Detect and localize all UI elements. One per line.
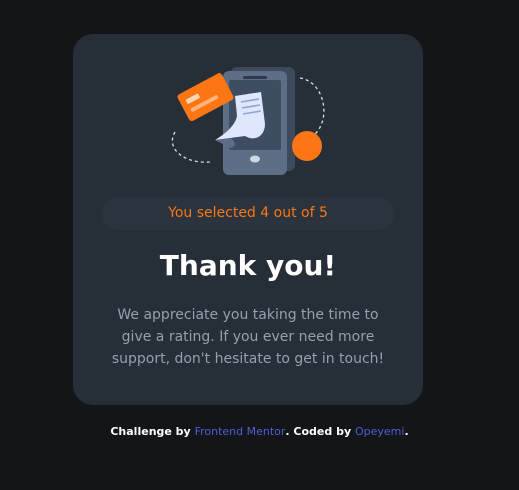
page-title: Thank you! [159,249,337,282]
attribution-middle: . Coded by [285,425,355,438]
attribution-prefix: Challenge by [110,425,195,438]
payment-illustration-icon [165,64,331,204]
attribution: Challenge by Frontend Mentor. Coded by O… [0,424,519,440]
thank-you-card: You selected 4 out of 5 Thank you! We ap… [73,34,423,405]
author-link[interactable]: Opeyemi [355,425,404,438]
attribution-suffix: . [404,425,409,438]
frontend-mentor-link[interactable]: Frontend Mentor [195,425,286,438]
page: You selected 4 out of 5 Thank you! We ap… [0,0,519,490]
selected-rating-badge: You selected 4 out of 5 [102,197,394,230]
thank-you-message: We appreciate you taking the time to giv… [111,307,385,367]
